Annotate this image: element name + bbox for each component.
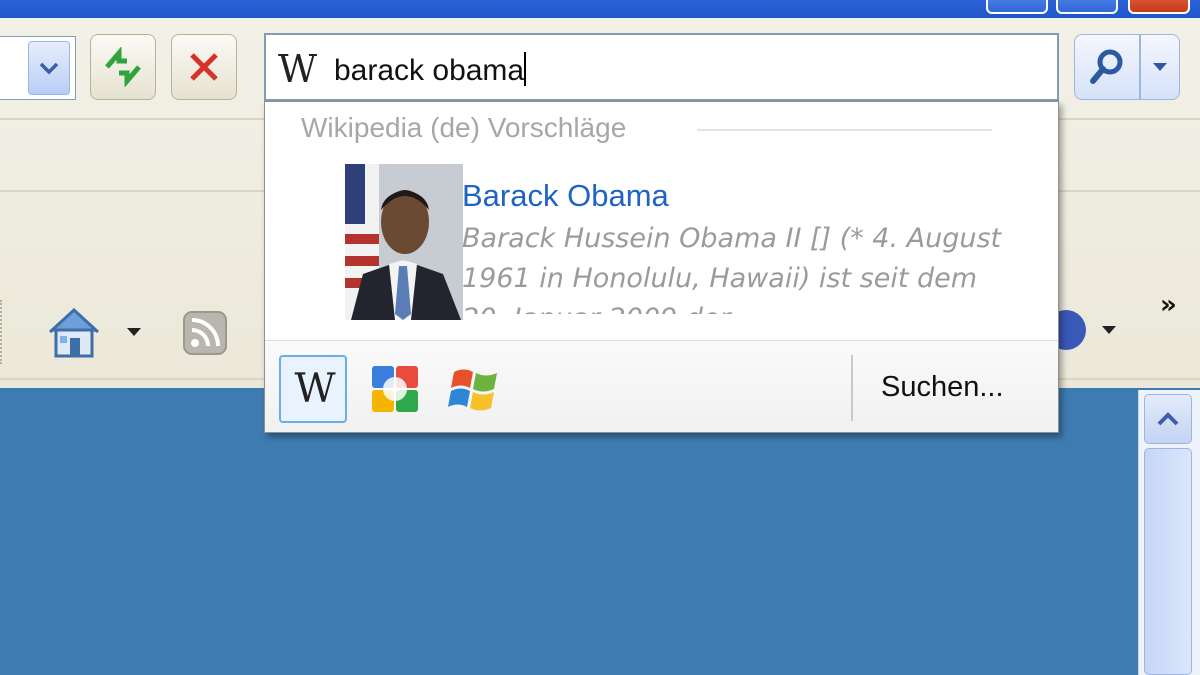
maximize-button[interactable] [1056,0,1118,14]
suggestion-thumbnail [345,164,463,320]
google-icon [372,366,418,412]
home-button[interactable] [46,306,102,362]
scroll-up-button[interactable] [1144,394,1192,444]
provider-google-button[interactable] [361,355,429,423]
portrait-image [345,164,463,320]
vertical-scrollbar[interactable] [1138,390,1200,675]
scrollbar-thumb[interactable] [1144,448,1192,675]
toolbar-grip[interactable] [0,300,6,364]
provider-wikipedia-button[interactable]: W [279,355,347,423]
search-suggestions-dropdown: Wikipedia (de) Vorschläge Barack Obama B… [264,101,1059,433]
magnifier-icon [1090,49,1123,84]
feeds-button[interactable] [182,310,228,360]
caret-down-icon [127,328,141,336]
address-dropdown-button[interactable] [28,41,70,95]
header-rule [697,129,992,131]
search-query-text: barack obama [334,52,527,87]
wikipedia-icon: W [278,47,317,91]
caret-down-icon [1153,63,1167,71]
close-window-button[interactable] [1128,0,1190,14]
windows-live-icon [448,369,497,411]
home-dropdown-button[interactable] [126,322,142,341]
home-icon [48,307,100,358]
suggestions-header: Wikipedia (de) Vorschläge [301,112,627,143]
rss-icon [183,311,227,355]
stop-button[interactable] [171,34,237,100]
chevron-up-icon [1157,412,1179,426]
chevron-down-icon [39,62,59,75]
search-provider-bar: W Suchen... [265,340,1058,432]
suggestion-description: Barack Hussein Obama II [] (* 4. August … [462,223,1002,314]
address-bar[interactable] [0,36,76,100]
footer-divider [851,355,853,421]
provider-live-search-button[interactable] [441,355,509,423]
refresh-button[interactable] [90,34,156,100]
window-title-bar [0,0,1200,18]
toolbar-overflow-chevron[interactable]: » [1160,290,1177,320]
search-options-dropdown[interactable] [1140,34,1180,100]
minimize-button[interactable] [986,0,1048,14]
text-caret [524,52,527,86]
search-button[interactable] [1074,34,1140,100]
suggestion-title[interactable]: Barack Obama [462,178,669,214]
wikipedia-icon: W [294,366,335,412]
stop-icon [190,53,218,81]
suggestion-item[interactable]: Barack Obama Barack Hussein Obama II [] … [345,164,1045,324]
search-more-link[interactable]: Suchen... [881,371,1004,404]
search-input[interactable]: W barack obama [264,33,1059,101]
refresh-icon [105,47,141,87]
